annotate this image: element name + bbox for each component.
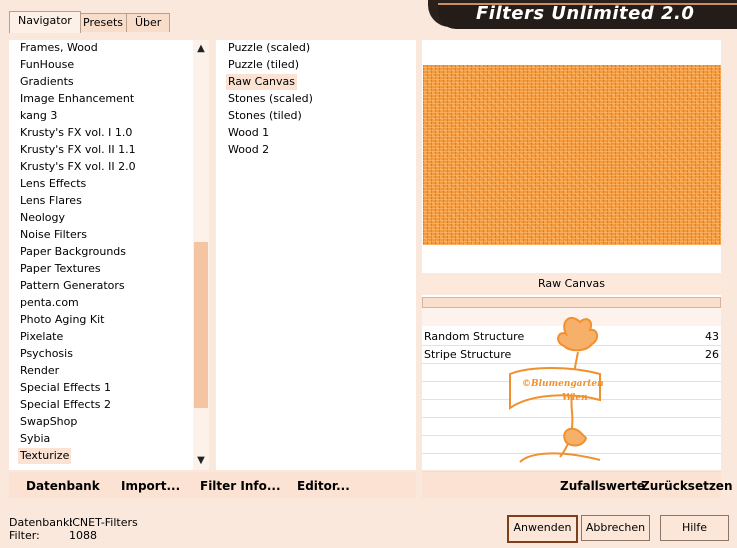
filter-item[interactable]: Stones (tiled) — [228, 108, 302, 124]
category-item[interactable]: Frames, Wood — [20, 40, 98, 56]
category-item[interactable]: Lens Flares — [20, 193, 82, 209]
filter-item[interactable]: Puzzle (tiled) — [228, 57, 299, 73]
status-datenbank-value: ICNET-Filters — [69, 516, 138, 529]
filter-preview-image — [423, 65, 721, 245]
filter-item[interactable]: Wood 1 — [228, 125, 269, 141]
flower-watermark-icon: ©Blumengarten Wien — [509, 316, 604, 463]
watermark-text: Wien — [562, 393, 588, 403]
help-button[interactable]: Hilfe — [660, 515, 729, 541]
editor-button[interactable]: Editor... — [297, 478, 350, 494]
tab-navigator[interactable]: Navigator — [9, 11, 81, 33]
import-button[interactable]: Import... — [121, 478, 180, 494]
category-item[interactable]: SwapShop — [20, 414, 77, 430]
category-item[interactable]: Special Effects 1 — [20, 380, 111, 396]
status-filter-value: 1088 — [69, 529, 97, 542]
filter-name-separator — [422, 297, 721, 308]
scroll-up-icon[interactable]: ▲ — [193, 41, 209, 57]
param-value: 26 — [705, 348, 719, 361]
category-item[interactable]: Photo Aging Kit — [20, 312, 104, 328]
datenbank-button[interactable]: Datenbank — [26, 478, 100, 494]
apply-button[interactable]: Anwenden — [507, 515, 578, 543]
param-value: 43 — [705, 330, 719, 343]
zufallswerte-button[interactable]: Zufallswerte — [560, 478, 645, 494]
category-item[interactable]: Pixelate — [20, 329, 63, 345]
param-label: Stripe Structure — [424, 348, 512, 361]
filter-item[interactable]: Puzzle (scaled) — [228, 40, 310, 56]
category-item[interactable]: Lens Effects — [20, 176, 86, 192]
category-item[interactable]: Krusty's FX vol. I 1.0 — [20, 125, 132, 141]
category-item[interactable]: Krusty's FX vol. II 2.0 — [20, 159, 136, 175]
category-item[interactable]: Psychosis — [20, 346, 73, 362]
category-item[interactable]: Krusty's FX vol. II 1.1 — [20, 142, 136, 158]
category-item[interactable]: Texturize — [18, 448, 72, 464]
category-item[interactable]: Image Enhancement — [20, 91, 134, 107]
category-item[interactable]: kang 3 — [20, 108, 57, 124]
tab-ueber[interactable]: Über — [126, 13, 171, 32]
filter-info-button[interactable]: Filter Info... — [200, 478, 281, 494]
category-item[interactable]: Special Effects 2 — [20, 397, 111, 413]
category-item[interactable]: Paper Backgrounds — [20, 244, 126, 260]
preview-filter-name: Raw Canvas — [422, 273, 721, 295]
watermark-text: ©Blumengarten — [522, 379, 604, 389]
filter-item[interactable]: Stones (scaled) — [228, 91, 313, 107]
category-scrollbar-thumb[interactable] — [194, 242, 208, 408]
category-item[interactable]: Neology — [20, 210, 65, 226]
filter-item[interactable]: Wood 2 — [228, 142, 269, 158]
scroll-down-icon[interactable]: ▼ — [193, 453, 209, 469]
filter-item[interactable]: Raw Canvas — [226, 74, 298, 90]
zuruecksetzen-button[interactable]: Zurücksetzen — [641, 478, 732, 494]
category-item[interactable]: Noise Filters — [20, 227, 87, 243]
category-item[interactable]: Paper Textures — [20, 261, 101, 277]
category-item[interactable]: Render — [20, 363, 59, 379]
category-item[interactable]: Gradients — [20, 74, 74, 90]
tab-presets[interactable]: Presets — [74, 13, 133, 32]
category-item[interactable]: Sybia — [20, 431, 50, 447]
status-filter-label: Filter: — [9, 529, 40, 542]
category-item[interactable]: FunHouse — [20, 57, 74, 73]
category-item[interactable]: Pattern Generators — [20, 278, 125, 294]
cancel-button[interactable]: Abbrechen — [581, 515, 650, 541]
app-title: Filters Unlimited 2.0 — [476, 3, 695, 24]
category-item[interactable]: penta.com — [20, 295, 79, 311]
status-datenbank-label: Datenbank: — [9, 516, 74, 529]
